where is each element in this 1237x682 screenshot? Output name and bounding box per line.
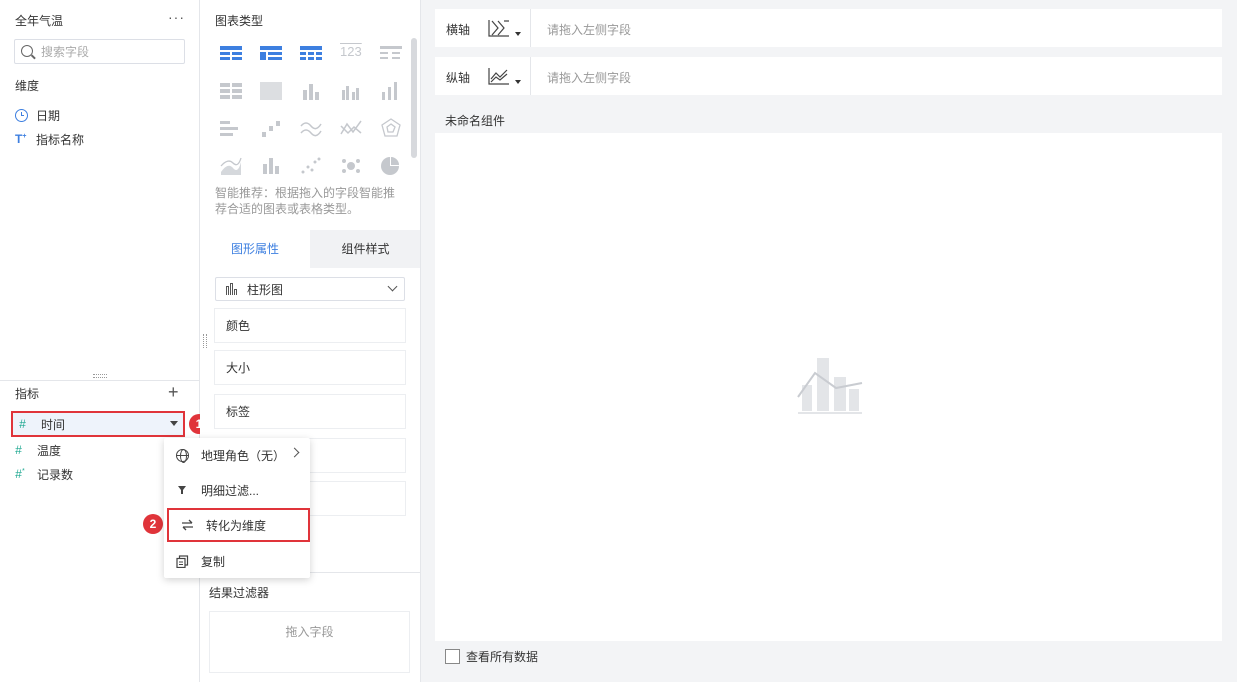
chart-canvas[interactable] bbox=[435, 133, 1222, 641]
property-color[interactable]: 颜色 bbox=[214, 308, 406, 343]
x-axis-row: 横轴 请拖入左侧字段 bbox=[435, 9, 1222, 47]
resize-handle-icon[interactable] bbox=[93, 374, 107, 378]
polyline-chart-icon[interactable] bbox=[340, 118, 362, 136]
property-label: 颜色 bbox=[226, 319, 251, 333]
text-type-icon: T+ bbox=[15, 132, 27, 146]
swap-icon bbox=[181, 519, 206, 531]
view-all-data-checkbox[interactable] bbox=[445, 649, 460, 664]
metric-label: 记录数 bbox=[37, 467, 74, 482]
group-table-icon[interactable] bbox=[260, 46, 282, 64]
search-icon bbox=[21, 45, 33, 57]
metric-item-temperature[interactable]: # 温度 bbox=[15, 440, 61, 460]
metric-label: 时间 bbox=[41, 417, 66, 432]
empty-chart-placeholder-icon bbox=[796, 355, 864, 423]
more-options-icon[interactable]: ··· bbox=[168, 9, 185, 25]
menu-item-geo-role[interactable]: 地理角色（无） bbox=[164, 438, 310, 472]
property-size[interactable]: 大小 bbox=[214, 350, 406, 385]
resize-handle-vertical-icon[interactable] bbox=[203, 334, 207, 348]
smart-recommend-hint: 智能推荐：根据拖入的字段智能推荐合适的图表或表格类型。 bbox=[215, 186, 396, 216]
axis-separator bbox=[530, 9, 531, 47]
dataset-title: 全年气温 bbox=[15, 14, 64, 28]
area-chart-icon[interactable] bbox=[220, 156, 242, 175]
bar-chart-icon[interactable] bbox=[380, 82, 402, 100]
axis-separator bbox=[530, 57, 531, 95]
context-menu: 地理角色（无） 明细过滤... 转化为维度 复制 bbox=[164, 438, 310, 578]
chart-type-select-value: 柱形图 bbox=[247, 282, 284, 297]
clock-icon bbox=[15, 108, 28, 122]
stacked-bar-icon[interactable] bbox=[300, 82, 322, 100]
dimensions-label: 维度 bbox=[15, 79, 40, 93]
metric-item-record-count[interactable]: #* 记录数 bbox=[15, 464, 73, 484]
y-axis-caret-icon[interactable] bbox=[515, 80, 521, 84]
scatter-chart-icon[interactable] bbox=[300, 156, 322, 174]
property-label: 标签 bbox=[226, 405, 251, 419]
hash-star-icon: #* bbox=[15, 467, 25, 481]
panel-divider bbox=[0, 380, 199, 381]
hash-icon: # bbox=[15, 443, 22, 457]
step-badge-2: 2 bbox=[143, 514, 163, 534]
x-axis-type-icon[interactable] bbox=[488, 19, 510, 37]
property-tabs: 图形属性 组件样式 bbox=[200, 230, 420, 268]
y-axis-label: 纵轴 bbox=[446, 71, 471, 85]
result-filter-title: 结果过滤器 bbox=[209, 586, 270, 600]
pie-chart-icon[interactable] bbox=[380, 156, 402, 175]
detail-table-icon[interactable] bbox=[380, 46, 402, 64]
dimension-item-date[interactable]: 日期 bbox=[15, 105, 60, 125]
menu-item-copy[interactable]: 复制 bbox=[164, 544, 310, 578]
menu-item-label: 复制 bbox=[201, 554, 226, 569]
y-axis-row: 纵轴 请拖入左侧字段 bbox=[435, 57, 1222, 95]
horizontal-bar-icon[interactable] bbox=[220, 120, 242, 138]
metric-label: 温度 bbox=[37, 443, 62, 458]
tab-graphic-properties[interactable]: 图形属性 bbox=[200, 230, 310, 268]
y-axis-type-icon[interactable] bbox=[488, 67, 510, 85]
x-axis-drop-placeholder[interactable]: 请拖入左侧字段 bbox=[547, 21, 631, 38]
add-metric-icon[interactable]: + bbox=[168, 382, 179, 403]
column-chart-icon[interactable] bbox=[260, 156, 282, 174]
dimension-label: 日期 bbox=[36, 108, 61, 123]
cross-table-icon[interactable] bbox=[300, 46, 322, 64]
field-panel: 全年气温 ··· 维度 日期 T+ 指标名称 指标 + # 时间 # 温度 #*… bbox=[0, 0, 200, 682]
waterfall-icon[interactable] bbox=[260, 120, 282, 138]
property-label: 大小 bbox=[226, 361, 251, 375]
search-input[interactable] bbox=[41, 43, 181, 60]
view-all-data-label: 查看所有数据 bbox=[466, 650, 539, 664]
globe-icon bbox=[176, 448, 189, 463]
chart-type-title: 图表类型 bbox=[215, 14, 264, 28]
menu-item-convert-to-dimension[interactable]: 转化为维度 bbox=[167, 508, 310, 542]
dimension-label: 指标名称 bbox=[36, 132, 85, 147]
chevron-right-icon bbox=[289, 447, 300, 458]
property-label-setting[interactable]: 标签 bbox=[214, 394, 406, 429]
dot-table-icon[interactable] bbox=[220, 82, 242, 100]
heatmap-icon[interactable] bbox=[260, 82, 282, 100]
table-chart-icon[interactable] bbox=[220, 46, 242, 64]
metric-item-time[interactable]: # 时间 bbox=[11, 411, 185, 437]
tab-component-style[interactable]: 组件样式 bbox=[311, 230, 420, 268]
chart-type-select[interactable]: 柱形图 bbox=[215, 277, 405, 301]
bar-chart-icon bbox=[226, 283, 237, 295]
y-axis-drop-placeholder[interactable]: 请拖入左侧字段 bbox=[547, 69, 631, 86]
menu-item-label: 转化为维度 bbox=[206, 518, 267, 533]
dimension-item-metric-name[interactable]: T+ 指标名称 bbox=[15, 129, 84, 149]
grouped-bar-icon[interactable] bbox=[340, 82, 362, 100]
menu-item-label: 明细过滤... bbox=[201, 483, 260, 498]
filter-icon bbox=[176, 484, 201, 496]
x-axis-caret-icon[interactable] bbox=[515, 32, 521, 36]
search-box[interactable] bbox=[14, 39, 185, 64]
caret-down-icon[interactable] bbox=[170, 421, 178, 426]
menu-item-detail-filter[interactable]: 明细过滤... bbox=[164, 473, 310, 507]
kpi-number-icon[interactable]: 123 bbox=[340, 44, 362, 62]
radar-chart-icon[interactable] bbox=[380, 118, 402, 137]
menu-item-label: 地理角色（无） bbox=[201, 448, 286, 463]
metrics-label: 指标 bbox=[15, 387, 40, 401]
line-chart-icon[interactable] bbox=[300, 118, 322, 137]
view-all-data-row[interactable]: 查看所有数据 bbox=[445, 648, 538, 665]
x-axis-label: 横轴 bbox=[446, 23, 471, 37]
chevron-down-icon bbox=[387, 281, 398, 292]
copy-icon bbox=[176, 554, 201, 568]
component-title: 未命名组件 bbox=[445, 114, 506, 128]
filter-drop-zone[interactable]: 拖入字段 bbox=[209, 611, 410, 673]
chart-types-scrollbar[interactable] bbox=[411, 38, 417, 158]
bubble-chart-icon[interactable] bbox=[340, 156, 362, 174]
hash-icon: # bbox=[19, 417, 26, 431]
